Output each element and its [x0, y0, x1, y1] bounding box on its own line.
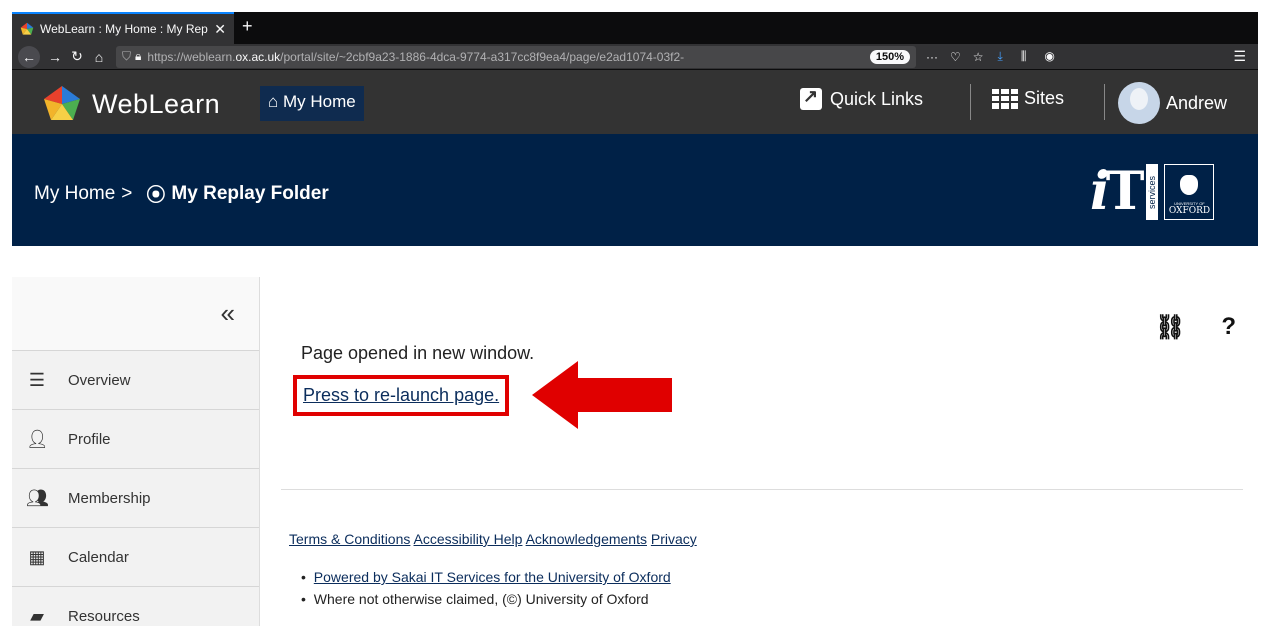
- person-icon: 👤︎: [26, 428, 49, 449]
- relaunch-highlight-box: Press to re-launch page.: [293, 375, 510, 416]
- page-tools: ⛓ ?: [1155, 313, 1236, 342]
- quick-links-label: Quick Links: [830, 88, 924, 109]
- link-icon[interactable]: ⛓: [1155, 313, 1185, 342]
- oxford-name: OXFORD: [1168, 206, 1211, 216]
- tab-title: WebLearn : My Home : My Repl: [40, 22, 209, 36]
- privacy-link[interactable]: Privacy: [651, 531, 697, 547]
- it-services-logo: i T services UNIVERSITY OF OXFORD: [1090, 161, 1215, 222]
- bookmark-star-icon[interactable]: ☆: [973, 50, 984, 64]
- breadcrumb-separator: >: [121, 182, 133, 204]
- it-logo-t: T: [1105, 161, 1145, 222]
- my-home-label: My Home: [283, 92, 356, 111]
- library-icon[interactable]: ⫼: [1021, 49, 1027, 64]
- back-arrow-icon[interactable]: ←: [18, 45, 40, 68]
- divider: [281, 489, 1243, 490]
- play-circle-icon: ⦿: [146, 185, 166, 206]
- breadcrumb: My Home > ⦿ My Replay Folder: [34, 180, 329, 207]
- weblearn-logo[interactable]: WebLearn: [42, 84, 220, 124]
- browser-tab[interactable]: WebLearn : My Home : My Repl ✕: [12, 12, 234, 44]
- new-tab-button[interactable]: +: [242, 16, 253, 37]
- accessibility-link[interactable]: Accessibility Help: [414, 531, 523, 547]
- page-title: My Replay Folder: [171, 182, 329, 204]
- my-home-button[interactable]: ⌂ My Home: [260, 86, 364, 121]
- logo-text: WebLearn: [92, 88, 221, 119]
- external-link-icon: [800, 86, 822, 110]
- forward-arrow-icon[interactable]: →: [44, 46, 66, 68]
- close-tab-icon[interactable]: ✕: [214, 21, 226, 38]
- footer-list: Powered by Sakai IT Services for the Uni…: [301, 569, 671, 613]
- weblearn-favicon-icon: [20, 22, 34, 35]
- breadcrumb-home-link[interactable]: My Home: [34, 183, 115, 205]
- terms-link[interactable]: Terms & Conditions: [289, 531, 410, 547]
- list-icon: ☰: [28, 369, 46, 390]
- help-icon[interactable]: ?: [1221, 313, 1236, 342]
- header-divider: [970, 84, 971, 120]
- url-icons: ··· ♡ ☆: [926, 50, 984, 64]
- sidebar-item-label: Resources: [68, 607, 140, 625]
- sidebar-item-label: Membership: [68, 489, 151, 507]
- oxford-crest-icon: [1180, 175, 1199, 195]
- acknowledgements-link[interactable]: Acknowledgements: [526, 531, 647, 547]
- home-icon: ⌂: [268, 92, 279, 111]
- url-text[interactable]: https://weblearn.ox.ac.uk/portal/site/~2…: [147, 50, 863, 64]
- group-icon: 👥︎: [26, 487, 49, 508]
- tab-bar: WebLearn : My Home : My Repl ✕ +: [12, 12, 1258, 44]
- calendar-icon: ▦: [28, 546, 46, 567]
- site-header: WebLearn ⌂ My Home Quick Links Sites And…: [12, 70, 1258, 134]
- sites-button[interactable]: Sites: [992, 88, 1064, 109]
- user-name: Andrew: [1166, 92, 1228, 113]
- pocket-icon[interactable]: ♡: [950, 50, 961, 64]
- sidebar-item-label: Overview: [68, 371, 131, 389]
- sidebar-item-label: Calendar: [68, 548, 129, 566]
- sidebar-item-label: Profile: [68, 430, 111, 448]
- list-item: Powered by Sakai IT Services for the Uni…: [301, 569, 671, 585]
- powered-by-link[interactable]: Powered by Sakai IT Services for the Uni…: [314, 569, 671, 585]
- download-icon[interactable]: ⤓: [998, 49, 1003, 64]
- sites-label: Sites: [1024, 88, 1065, 108]
- browser-window: WebLearn : My Home : My Repl ✕ + ← → ↻ ⌂…: [12, 12, 1258, 626]
- opened-message: Page opened in new window.: [301, 343, 535, 363]
- account-icon[interactable]: ◉: [1044, 49, 1054, 64]
- user-menu[interactable]: Andrew: [1118, 82, 1227, 124]
- grid-icon: [992, 88, 1018, 109]
- collapse-sidebar-button[interactable]: «: [12, 277, 259, 351]
- sidebar-item-resources[interactable]: ▰ Resources: [12, 587, 259, 626]
- sidebar-item-calendar[interactable]: ▦ Calendar: [12, 528, 259, 587]
- quick-links-button[interactable]: Quick Links: [800, 86, 924, 110]
- sidebar-item-overview[interactable]: ☰ Overview: [12, 351, 259, 410]
- header-divider: [1104, 84, 1105, 120]
- list-item: Where not otherwise claimed, (©) Univers…: [301, 591, 671, 607]
- toolbar-icons: ⤓ ⫼ ◉: [998, 49, 1055, 64]
- avatar: [1118, 82, 1160, 124]
- oxford-logo: UNIVERSITY OF OXFORD: [1164, 164, 1215, 220]
- home-icon[interactable]: ⌂: [88, 46, 110, 68]
- url-bar[interactable]: ⛉ 🔒︎ https://weblearn.ox.ac.uk/portal/si…: [116, 45, 916, 68]
- weblearn-logo-icon: [44, 86, 80, 120]
- it-services-label: services: [1146, 164, 1159, 220]
- footer-links: Terms & Conditions Accessibility Help Ac…: [289, 531, 697, 547]
- sidebar-item-profile[interactable]: 👤︎ Profile: [12, 410, 259, 469]
- nav-toolbar: ← → ↻ ⌂ ⛉ 🔒︎ https://weblearn.ox.ac.uk/p…: [12, 44, 1258, 70]
- lock-icon[interactable]: 🔒︎: [135, 49, 141, 64]
- main-content: ⛓ ? Page opened in new window. Press to …: [261, 277, 1258, 626]
- sidebar: « ☰ Overview 👤︎ Profile 👥︎ Membership ▦ …: [12, 277, 260, 626]
- breadcrumb-band: My Home > ⦿ My Replay Folder i T service…: [12, 134, 1258, 246]
- reload-icon[interactable]: ↻: [66, 46, 88, 68]
- relaunch-link[interactable]: Press to re-launch page.: [303, 385, 499, 405]
- sidebar-item-membership[interactable]: 👥︎ Membership: [12, 469, 259, 528]
- more-actions-icon[interactable]: ···: [926, 50, 938, 64]
- zoom-badge[interactable]: 150%: [869, 49, 910, 64]
- red-arrow-annotation: [532, 361, 672, 429]
- folder-icon: ▰: [30, 605, 44, 626]
- shield-icon[interactable]: ⛉: [122, 49, 131, 64]
- menu-icon[interactable]: ☰: [1233, 48, 1246, 65]
